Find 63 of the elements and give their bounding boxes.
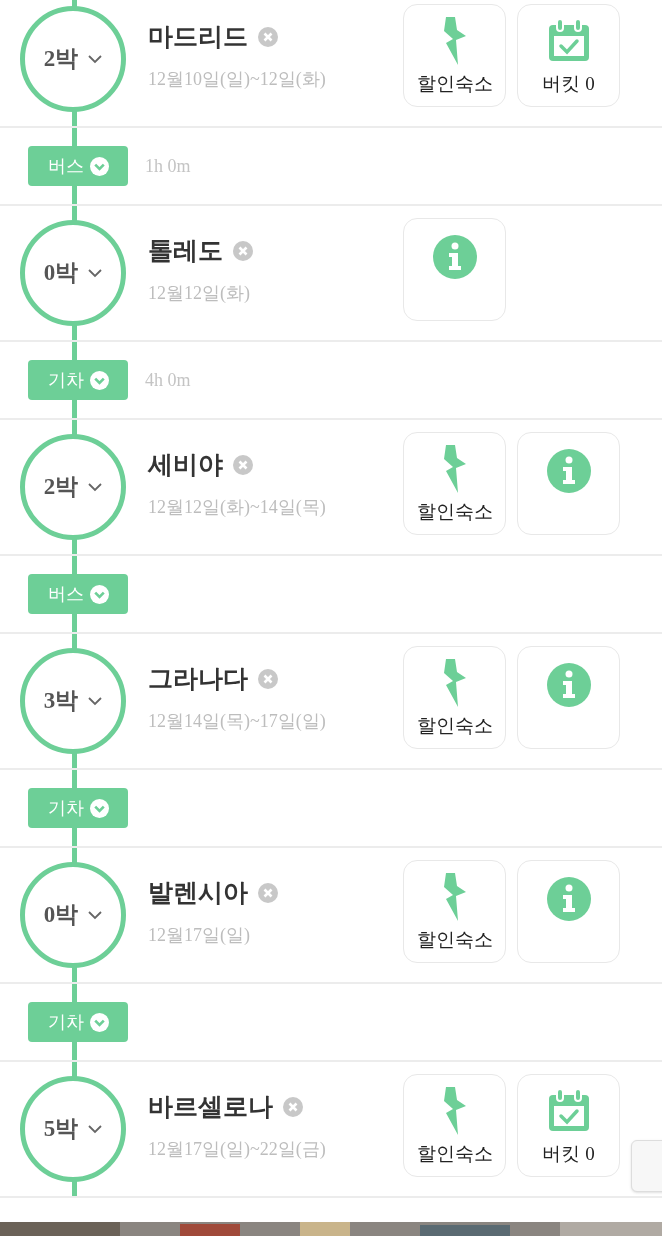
- stay-dates: 12월12일(화): [148, 281, 251, 305]
- remove-icon[interactable]: [283, 1096, 303, 1117]
- chevron-down-icon: [89, 156, 109, 176]
- nights-count: 3박: [43, 686, 79, 715]
- remove-icon[interactable]: [258, 26, 278, 47]
- lightning-icon: [441, 873, 468, 921]
- stay-dates: 12월10일(일)~12일(화): [148, 67, 327, 91]
- chevron-down-icon: [88, 1124, 103, 1134]
- nights-selector[interactable]: 2박: [20, 6, 126, 112]
- chevron-down-icon: [88, 696, 103, 706]
- bucket-button[interactable]: 버킷 0: [517, 4, 620, 107]
- lightning-icon: [441, 17, 468, 65]
- chevron-down-icon: [88, 910, 103, 920]
- nights-count: 0박: [43, 900, 79, 929]
- city-name: 발렌시아: [148, 878, 248, 908]
- nights-selector[interactable]: 3박: [20, 648, 126, 754]
- stay-dates: 12월17일(일): [148, 923, 251, 947]
- city-name: 세비야: [148, 450, 223, 480]
- remove-icon[interactable]: [258, 882, 278, 903]
- nights-count: 2박: [43, 44, 79, 73]
- nights-count: 5박: [43, 1114, 79, 1143]
- nights-selector[interactable]: 0박: [20, 220, 126, 326]
- chevron-down-icon: [89, 584, 109, 604]
- lightning-icon: [441, 659, 468, 707]
- info-button[interactable]: [403, 218, 506, 321]
- chevron-down-icon: [88, 482, 103, 492]
- travel-duration: 4h 0m: [145, 368, 191, 392]
- lightning-icon: [441, 445, 468, 493]
- info-icon: [546, 449, 591, 493]
- discount-lodging-button[interactable]: 할인숙소: [403, 432, 506, 535]
- info-button[interactable]: [517, 860, 620, 963]
- info-icon: [432, 235, 477, 279]
- lightning-icon: [441, 1087, 468, 1135]
- remove-icon[interactable]: [233, 240, 253, 261]
- nights-selector[interactable]: 5박: [20, 1076, 126, 1182]
- discount-lodging-button[interactable]: 할인숙소: [403, 1074, 506, 1177]
- nights-count: 0박: [43, 258, 79, 287]
- discount-lodging-button[interactable]: 할인숙소: [403, 4, 506, 107]
- nights-selector[interactable]: 2박: [20, 434, 126, 540]
- city-name: 톨레도: [148, 236, 223, 266]
- city-name: 바르셀로나: [148, 1092, 273, 1122]
- nights-count: 2박: [43, 472, 79, 501]
- remove-icon[interactable]: [233, 454, 253, 475]
- chevron-down-icon: [88, 268, 103, 278]
- chevron-down-icon: [89, 1012, 109, 1032]
- travel-duration: 1h 0m: [145, 154, 191, 178]
- info-button[interactable]: [517, 432, 620, 535]
- discount-lodging-button[interactable]: 할인숙소: [403, 646, 506, 749]
- stay-dates: 12월12일(화)~14일(목): [148, 495, 327, 519]
- remove-icon[interactable]: [258, 668, 278, 689]
- bucket-button[interactable]: 버킷 0: [517, 1074, 620, 1177]
- chevron-down-icon: [89, 370, 109, 390]
- city-name: 마드리드: [148, 22, 248, 52]
- nights-selector[interactable]: 0박: [20, 862, 126, 968]
- stay-dates: 12월14일(목)~17일(일): [148, 709, 327, 733]
- chevron-down-icon: [89, 798, 109, 818]
- city-name: 그라나다: [148, 664, 248, 694]
- info-icon: [546, 663, 591, 707]
- info-button[interactable]: [517, 646, 620, 749]
- discount-lodging-button[interactable]: 할인숙소: [403, 860, 506, 963]
- chevron-down-icon: [88, 54, 103, 64]
- info-icon: [546, 877, 591, 921]
- stay-dates: 12월17일(일)~22일(금): [148, 1137, 327, 1161]
